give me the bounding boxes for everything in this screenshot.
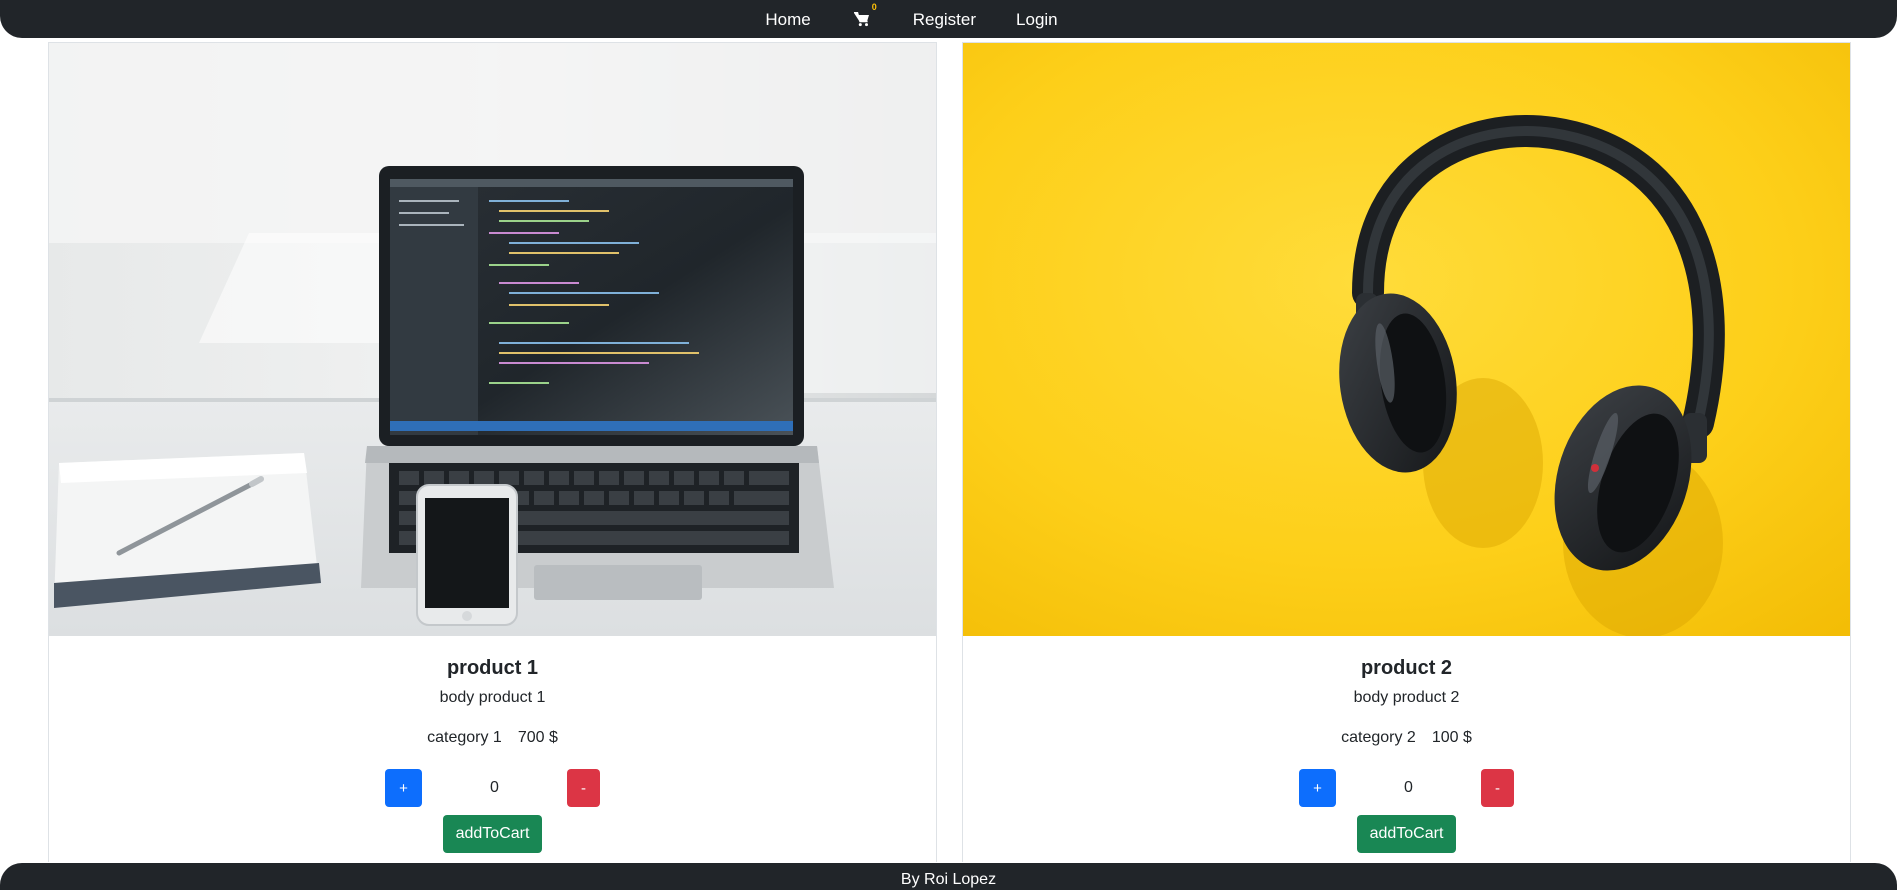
quantity-stepper: + 0 - [963,769,1850,807]
product-meta: category 2 100 $ [963,726,1850,750]
product-list: product 1 body product 1 category 1 700 … [48,42,1851,862]
quantity-stepper: + 0 - [49,769,936,807]
top-navbar: Home 0 Register Login [0,0,1897,38]
product-description: body product 2 [1353,689,1460,706]
product-meta: category 1 700 $ [49,726,936,750]
cart-count-badge: 0 [871,2,877,12]
increase-quantity-button[interactable]: + [1299,769,1336,807]
laptop-desk-photo [49,43,936,636]
product-category: category 2 [1341,729,1416,746]
cart-icon [853,11,869,26]
product-image-headphones [963,43,1850,636]
decrease-quantity-button[interactable]: - [567,769,600,807]
add-to-cart-button[interactable]: addToCart [1356,815,1457,853]
product-title: product 2 [1360,657,1453,679]
add-to-cart-button[interactable]: addToCart [442,815,543,853]
product-card: product 1 body product 1 category 1 700 … [48,42,937,862]
product-image-laptop [49,43,936,636]
nav-cart-link[interactable]: 0 [851,3,877,30]
product-card-body: product 2 body product 2 category 2 100 … [963,636,1850,853]
product-card: product 2 body product 2 category 2 100 … [962,42,1851,862]
product-title: product 1 [446,657,539,679]
nav-home-link[interactable]: Home [765,11,810,28]
headphones-yellow-photo [963,43,1850,636]
increase-quantity-button[interactable]: + [385,769,422,807]
product-price: 100 $ [1431,729,1472,746]
footer-text: By Roi Lopez [900,871,997,888]
product-card-body: product 1 body product 1 category 1 700 … [49,636,936,853]
nav-register-link[interactable]: Register [913,11,976,28]
product-category: category 1 [427,729,502,746]
decrease-quantity-button[interactable]: - [1481,769,1514,807]
quantity-value: 0 [490,779,499,796]
product-description: body product 1 [439,689,546,706]
nav-links: Home 0 Register Login [765,3,1058,30]
page-footer: By Roi Lopez [0,863,1897,890]
quantity-value: 0 [1404,779,1413,796]
product-price: 700 $ [517,729,558,746]
nav-login-link[interactable]: Login [1016,11,1058,28]
